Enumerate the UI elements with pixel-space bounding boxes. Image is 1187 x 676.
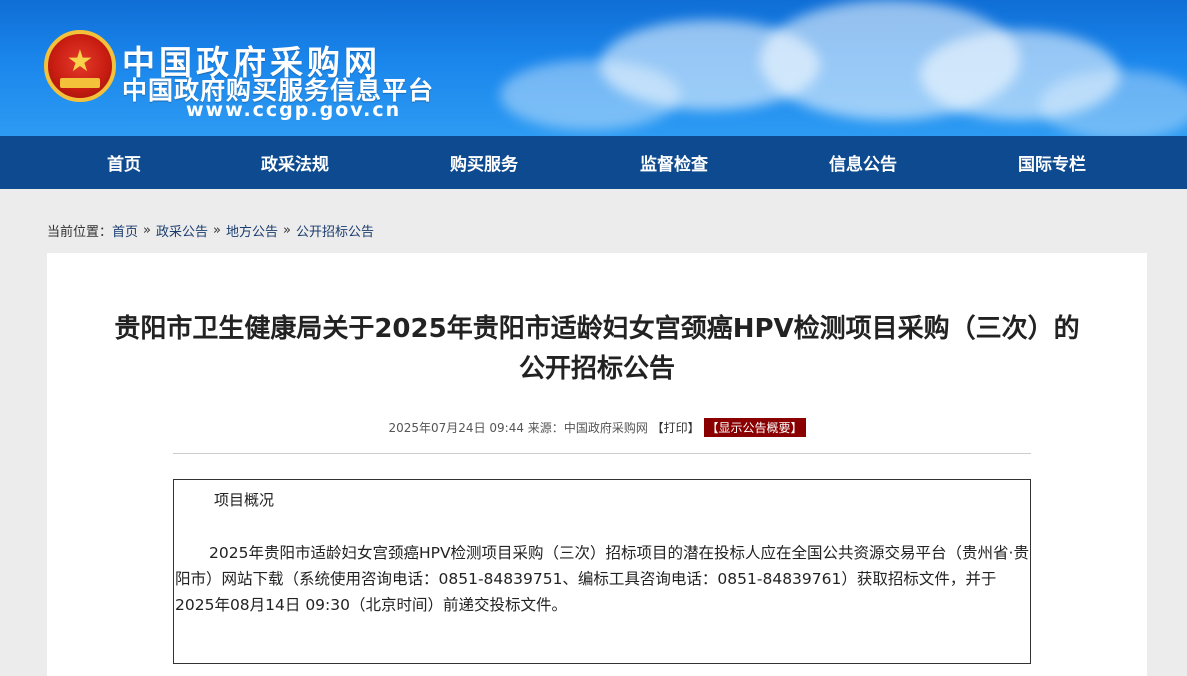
source-label: 来源： bbox=[527, 421, 564, 435]
breadcrumb-separator: » bbox=[143, 223, 151, 238]
breadcrumb-home[interactable]: 首页 bbox=[112, 221, 138, 240]
nav-item-regulations[interactable]: 政采法规 bbox=[235, 136, 355, 189]
breadcrumb-prefix: 当前位置： bbox=[47, 225, 113, 240]
divider bbox=[173, 453, 1031, 454]
article-meta: 2025年07月24日 09:44 来源：中国政府采购网 【打印】 【显示公告概… bbox=[47, 418, 1147, 437]
nav-item-international[interactable]: 国际专栏 bbox=[992, 136, 1112, 189]
national-emblem-icon: ★ bbox=[44, 30, 116, 102]
nav-item-announcements[interactable]: 信息公告 bbox=[803, 136, 923, 189]
breadcrumb-separator: » bbox=[213, 223, 221, 238]
breadcrumb-procurement-notices[interactable]: 政采公告 bbox=[156, 221, 208, 240]
site-banner: ★ 中国政府采购网 中国政府购买服务信息平台 www.ccgp.gov.cn bbox=[0, 0, 1187, 136]
show-summary-button[interactable]: 【显示公告概要】 bbox=[703, 418, 806, 437]
article-title-line2: 公开招标公告 bbox=[518, 354, 675, 384]
print-link[interactable]: 【打印】 bbox=[652, 421, 700, 435]
article-title: 贵阳市卫生健康局关于2025年贵阳市适龄妇女宫颈癌HPV检测项目采购（三次）的 … bbox=[47, 309, 1147, 389]
article-card: 贵阳市卫生健康局关于2025年贵阳市适龄妇女宫颈癌HPV检测项目采购（三次）的 … bbox=[47, 253, 1147, 676]
main-nav: 首页 政采法规 购买服务 监督检查 信息公告 国际专栏 bbox=[0, 136, 1187, 189]
nav-item-purchase-services[interactable]: 购买服务 bbox=[424, 136, 544, 189]
breadcrumb: 当前位置： 首页 » 政采公告 » 地方公告 » 公开招标公告 bbox=[47, 221, 374, 240]
overview-text: 2025年贵阳市适龄妇女宫颈癌HPV检测项目采购（三次）招标项目的潜在投标人应在… bbox=[175, 544, 1029, 614]
cloud-decoration bbox=[500, 60, 680, 130]
breadcrumb-local-notices[interactable]: 地方公告 bbox=[226, 221, 278, 240]
overview-heading: 项目概况 bbox=[214, 491, 275, 509]
source-name: 中国政府采购网 bbox=[563, 421, 648, 435]
nav-item-supervision[interactable]: 监督检查 bbox=[614, 136, 734, 189]
article-title-line1: 贵阳市卫生健康局关于2025年贵阳市适龄妇女宫颈癌HPV检测项目采购（三次）的 bbox=[114, 314, 1080, 344]
cloud-decoration bbox=[1040, 70, 1187, 136]
nav-item-home[interactable]: 首页 bbox=[64, 136, 184, 189]
publish-datetime: 2025年07月24日 09:44 bbox=[388, 421, 524, 435]
site-url: www.ccgp.gov.cn bbox=[186, 99, 402, 121]
breadcrumb-open-tender-notices[interactable]: 公开招标公告 bbox=[296, 221, 374, 240]
breadcrumb-separator: » bbox=[283, 223, 291, 238]
project-overview-box: 项目概况 2025年贵阳市适龄妇女宫颈癌HPV检测项目采购（三次）招标项目的潜在… bbox=[173, 479, 1031, 664]
